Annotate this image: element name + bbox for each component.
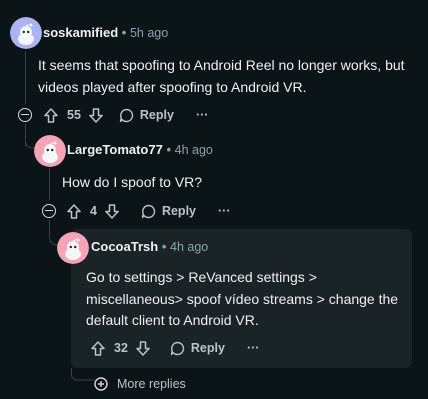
comment-header: LargeTomato77 • 4h ago [67,142,213,157]
avatar[interactable] [10,17,42,49]
more-replies-button[interactable]: More replies [94,377,186,391]
comment-actions: 32 Reply ··· [91,337,259,359]
comment-line: miscellaneous> spoof vídeo streams > cha… [86,290,399,307]
comment-line: default client to Android VR. [86,312,259,328]
comment-actions: 4 Reply ··· [67,200,231,222]
username[interactable]: LargeTomato77 [67,142,163,157]
reply-label: Reply [139,108,174,122]
separator: • [166,142,172,157]
reply-button[interactable]: Reply [170,341,225,356]
comment-header: CocoaTrsh • 4h ago [91,239,208,254]
reply-button[interactable]: Reply [119,108,174,123]
snoo-avatar-icon [10,17,42,49]
timestamp: 4h ago [174,143,213,157]
collapse-icon[interactable] [42,204,56,218]
more-options-icon[interactable]: ··· [247,341,260,355]
downvote-button[interactable] [89,107,103,123]
comment-body: Go to settings > ReVanced settings > mis… [86,267,406,332]
reply-icon [119,108,134,122]
avatar[interactable] [57,232,89,264]
snoo-avatar-icon [57,232,89,264]
timestamp: 4h ago [170,240,209,254]
reply-icon [170,341,185,355]
collapse-icon[interactable] [18,108,32,122]
upvote-button[interactable] [67,203,81,219]
username[interactable]: soskamified [43,25,118,40]
reply-icon [141,204,156,218]
vote-count: 32 [114,341,128,355]
avatar[interactable] [34,135,66,167]
more-replies-label: More replies [117,377,186,391]
comment-actions: 55 Reply ··· [44,104,208,126]
reply-label: Reply [161,204,196,218]
reply-label: Reply [190,341,225,355]
username[interactable]: CocoaTrsh [91,239,158,254]
thread-line [49,168,50,200]
comment-body: How do I spoof to VR? [62,172,412,194]
comment-header: soskamified • 5h ago [43,25,168,40]
thread-connector [71,368,95,381]
separator: • [121,25,127,40]
more-options-icon[interactable]: ··· [218,204,231,218]
downvote-button[interactable] [105,203,119,219]
more-options-icon[interactable]: ··· [196,108,209,122]
upvote-icon [91,340,105,356]
comment-line: It seems that spoofing to Android Reel n… [38,57,405,73]
upvote-icon [67,203,81,219]
reply-button[interactable]: Reply [141,204,196,219]
comment-body: It seems that spoofing to Android Reel n… [38,55,423,98]
comment-line: videos played after spoofing to Android … [38,78,307,95]
snoo-avatar-icon [34,135,66,167]
comment-line: How do I spoof to VR? [62,174,203,190]
downvote-icon [89,107,103,123]
downvote-icon [136,340,150,356]
downvote-button[interactable] [136,340,150,356]
thread-line [25,52,26,104]
separator: • [161,239,167,254]
upvote-icon [44,107,58,123]
comment-line: Go to settings > ReVanced settings > [86,269,317,285]
vote-count: 4 [90,204,97,218]
plus-circle-icon [94,377,108,391]
vote-count: 55 [67,108,81,122]
timestamp: 5h ago [129,26,169,40]
upvote-button[interactable] [91,340,105,356]
downvote-icon [105,203,119,219]
upvote-button[interactable] [44,107,58,123]
